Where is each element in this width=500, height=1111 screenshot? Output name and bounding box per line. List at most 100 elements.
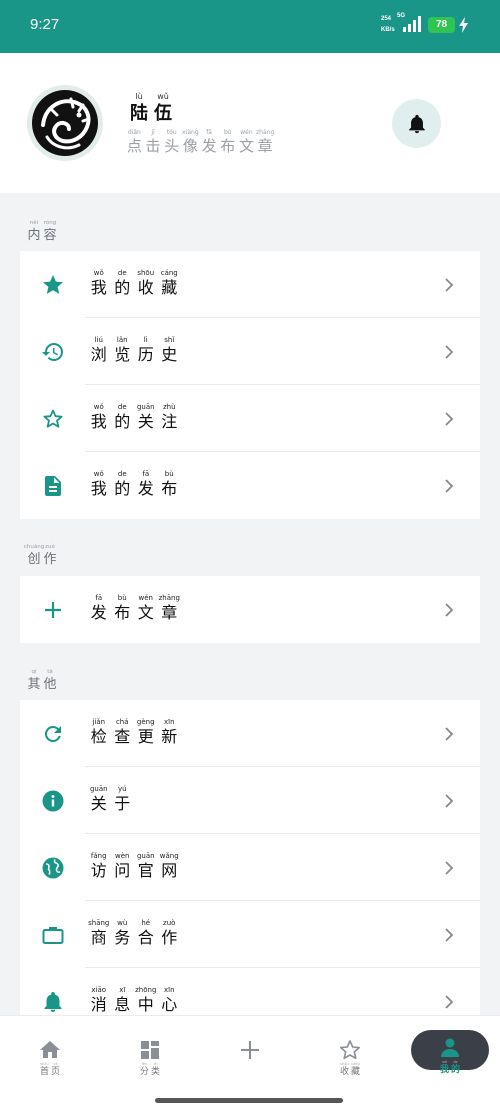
hanzi: 关 bbox=[90, 794, 107, 813]
menu-item-label: liú 浏 lǎn 览 lì 历 shǐ 史 bbox=[87, 337, 181, 364]
chevron-right-icon bbox=[445, 345, 454, 359]
menu-item-about[interactable]: guān 关 yú 于 bbox=[20, 767, 480, 834]
nav-item-favorites[interactable]: shōu 收 cáng 藏 bbox=[320, 1038, 380, 1078]
pinyin: nèi bbox=[29, 220, 39, 226]
hanzi: 创 bbox=[27, 551, 41, 567]
pinyin: fā bbox=[142, 470, 150, 478]
hanzi: 我 bbox=[90, 479, 107, 498]
pinyin: cáng bbox=[160, 269, 178, 277]
nav-item-mine[interactable]: wǒ 我 de 的 bbox=[411, 1030, 489, 1075]
pinyin: de bbox=[117, 403, 127, 411]
ruby-char: guān 官 bbox=[134, 853, 158, 880]
hanzi: 伍 bbox=[154, 103, 172, 124]
card-content: wǒ 我 de 的 shōu 收 cáng 藏 liú 浏 lǎn 览 lì 历 shǐ 史 wǒ 我 de 的 g… bbox=[20, 251, 480, 519]
ruby-char: bù 布 bbox=[218, 130, 237, 155]
chevron-right-icon bbox=[445, 278, 454, 292]
ruby-char: diǎn 点 bbox=[125, 130, 144, 155]
nav-item-category[interactable]: fēn 分 lèi 类 bbox=[120, 1038, 180, 1078]
bottom-nav: shǒu 首 yè 页 fēn 分 lèi 类 shōu 收 cáng 藏 wǒ 我 de 的 bbox=[0, 1015, 500, 1111]
ruby-char: xiàng 像 bbox=[181, 130, 200, 155]
ruby-char: liú 浏 bbox=[87, 337, 111, 364]
hanzi: 问 bbox=[114, 861, 131, 880]
status-bar: 9:27 254 KB/s 5G 78 bbox=[0, 0, 500, 53]
menu-item-business[interactable]: shāng 商 wù 务 hé 合 zuò 作 bbox=[20, 901, 480, 968]
menu-item-favorites[interactable]: wǒ 我 de 的 shōu 收 cáng 藏 bbox=[20, 251, 480, 318]
pinyin: zhōng bbox=[135, 986, 157, 994]
hanzi: 收 bbox=[137, 278, 154, 297]
hanzi: 章 bbox=[257, 137, 273, 155]
menu-item-official-site[interactable]: fǎng 访 wèn 问 guān 官 wǎng 网 bbox=[20, 834, 480, 901]
ruby-char: tā 他 bbox=[42, 669, 58, 692]
hanzi: 消 bbox=[90, 995, 107, 1014]
ruby-char: xīn 新 bbox=[158, 719, 182, 746]
ruby-char: wǔ 伍 bbox=[151, 93, 175, 124]
hanzi: 文 bbox=[238, 137, 254, 155]
menu-item-label: wǒ 我 de 的 guān 关 zhù 注 bbox=[87, 404, 181, 431]
home-indicator bbox=[155, 1098, 343, 1103]
hanzi: 击 bbox=[145, 137, 161, 155]
menu-item-check-update[interactable]: jiǎn 检 chá 查 gèng 更 xīn 新 bbox=[20, 700, 480, 767]
menu-item-label: xiāo 消 xī 息 zhōng 中 xīn 心 bbox=[87, 987, 181, 1014]
hanzi: 的 bbox=[114, 479, 131, 498]
notification-button[interactable] bbox=[392, 99, 441, 148]
pinyin: zuò bbox=[45, 544, 55, 550]
pinyin: zhāng bbox=[158, 594, 180, 602]
pinyin: wén bbox=[138, 594, 153, 602]
avatar[interactable] bbox=[27, 85, 103, 161]
home-icon bbox=[40, 1041, 60, 1058]
menu-item-history[interactable]: liú 浏 lǎn 览 lì 历 shǐ 史 bbox=[20, 318, 480, 385]
ruby-char: zhāng 章 bbox=[256, 130, 275, 155]
ruby-char: chá 查 bbox=[111, 719, 135, 746]
menu-item-label: shāng 商 wù 务 hé 合 zuò 作 bbox=[87, 920, 181, 947]
ruby-char: zuò 作 bbox=[158, 920, 182, 947]
hanzi: 藏 bbox=[161, 278, 178, 297]
hanzi: 藏 bbox=[350, 1066, 360, 1077]
nav-item-publish[interactable] bbox=[220, 1038, 280, 1078]
ruby-char: xī 息 bbox=[111, 987, 135, 1014]
nav-item-home[interactable]: shǒu 首 yè 页 bbox=[20, 1038, 80, 1078]
pinyin: bù bbox=[117, 594, 127, 602]
ruby-char: cáng 藏 bbox=[350, 1062, 361, 1077]
profile-name: lù 陆 wǔ 伍 bbox=[127, 93, 175, 124]
ruby-char: de 的 bbox=[111, 404, 135, 431]
pinyin: de bbox=[117, 470, 127, 478]
ruby-char: shōu 收 bbox=[339, 1062, 350, 1076]
history-icon bbox=[42, 343, 63, 361]
pinyin: zhù bbox=[162, 403, 176, 411]
hanzi: 网 bbox=[161, 861, 178, 880]
pinyin: wù bbox=[117, 919, 128, 927]
hanzi: 查 bbox=[114, 727, 131, 746]
profile-subtitle[interactable]: diǎn 点 jī 击 tóu 头 xiàng 像 fā 发 bù 布 wén 文 zhāng 章 bbox=[125, 130, 275, 155]
ruby-char: de 的 bbox=[450, 1060, 461, 1075]
ruby-char: shāng 商 bbox=[87, 920, 111, 947]
ruby-char: lǎn 览 bbox=[111, 337, 135, 364]
ruby-char: yú 于 bbox=[111, 786, 135, 813]
menu-item-label: wǒ 我 de 的 fā 发 bù 布 bbox=[87, 471, 181, 498]
pinyin: tā bbox=[47, 669, 53, 675]
menu-item-my-posts[interactable]: wǒ 我 de 的 fā 发 bù 布 bbox=[20, 452, 480, 519]
ruby-char: wǒ 我 bbox=[439, 1060, 450, 1074]
menu-item-following[interactable]: wǒ 我 de 的 guān 关 zhù 注 bbox=[20, 385, 480, 452]
hanzi: 新 bbox=[161, 727, 178, 746]
hanzi: 内 bbox=[27, 227, 41, 243]
ruby-char: wǒ 我 bbox=[87, 471, 111, 498]
hanzi: 的 bbox=[450, 1064, 460, 1075]
ruby-char: shǒu 首 bbox=[39, 1062, 50, 1076]
ruby-char: wǒ 我 bbox=[87, 404, 111, 431]
ruby-char: de 的 bbox=[111, 270, 135, 297]
menu-item-publish-article[interactable]: fā 发 bù 布 wén 文 zhāng 章 bbox=[20, 576, 480, 643]
ruby-char: fǎng 访 bbox=[87, 853, 111, 880]
hanzi: 商 bbox=[90, 928, 107, 947]
briefcase-icon bbox=[42, 927, 64, 944]
pinyin: wèn bbox=[115, 852, 130, 860]
ruby-char: shǐ 史 bbox=[158, 337, 182, 364]
user-icon bbox=[441, 1038, 459, 1057]
hanzi: 作 bbox=[43, 551, 57, 567]
hanzi: 史 bbox=[161, 345, 178, 364]
ruby-char: lù 陆 bbox=[127, 93, 151, 124]
ruby-char: xīn 心 bbox=[158, 987, 182, 1014]
hanzi: 检 bbox=[90, 727, 107, 746]
hanzi: 章 bbox=[161, 603, 178, 622]
charging-icon bbox=[459, 17, 468, 33]
hanzi: 中 bbox=[137, 995, 154, 1014]
